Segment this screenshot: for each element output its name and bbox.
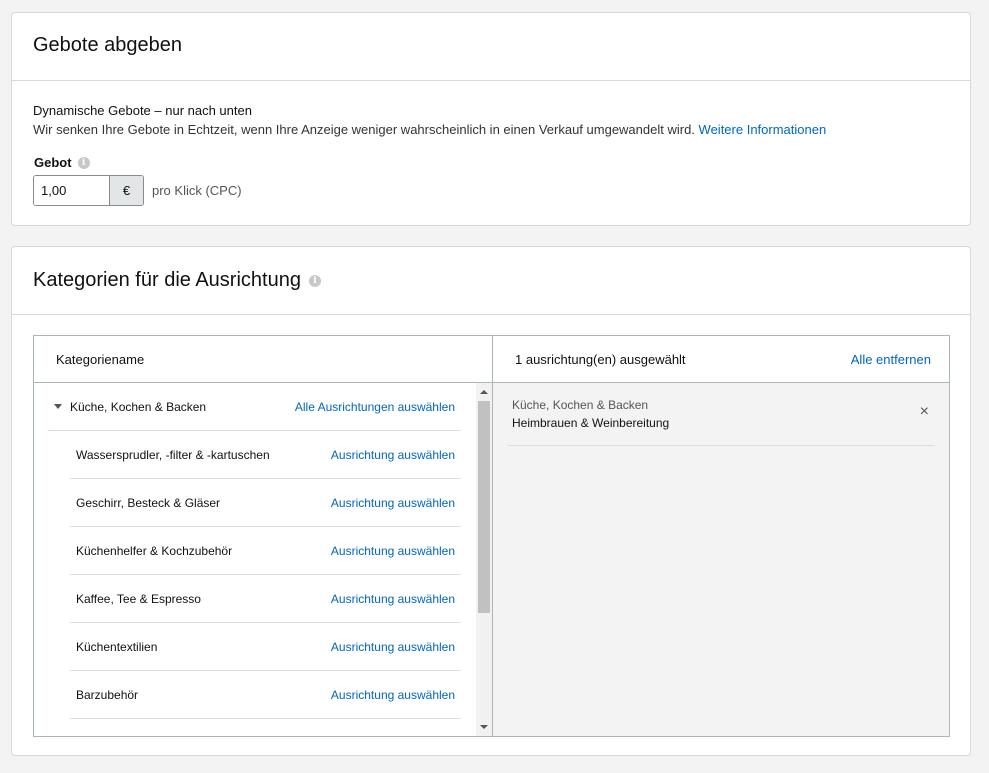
category-list[interactable]: Küche, Kochen & Backen Alle Ausrichtunge… xyxy=(48,383,461,736)
category-row-parent[interactable]: Küche, Kochen & Backen Alle Ausrichtunge… xyxy=(48,383,461,431)
more-info-link[interactable]: Weitere Informationen xyxy=(699,122,827,137)
bids-card: Gebote abgeben Dynamische Gebote – nur n… xyxy=(11,12,971,226)
selected-target-name: Heimbrauen & Weinbereitung xyxy=(512,416,670,430)
category-name: Küchenhelfer & Kochzubehör xyxy=(76,543,233,558)
dynamic-bids-description: Wir senken Ihre Gebote in Echtzeit, wenn… xyxy=(33,122,826,137)
bid-input-group: € xyxy=(33,175,144,206)
currency-addon: € xyxy=(109,176,143,205)
category-list-panel: Kategoriename Küche, Kochen & Backen All… xyxy=(34,336,493,736)
category-name: Kaffee, Tee & Espresso xyxy=(76,591,201,606)
category-name: Küchentextilien xyxy=(76,639,158,654)
categories-card-header: Kategorien für die Ausrichtung i xyxy=(12,247,970,315)
category-row[interactable]: Küchentextilien Ausrichtung auswählen xyxy=(70,623,461,671)
category-parent-name: Küche, Kochen & Backen xyxy=(54,400,206,414)
selected-targets-header: 1 ausrichtung(en) ausgewählt Alle entfer… xyxy=(493,336,949,383)
select-all-targets-link[interactable]: Alle Ausrichtungen auswählen xyxy=(295,400,455,414)
info-icon[interactable]: i xyxy=(308,274,321,287)
category-list-header: Kategoriename xyxy=(34,336,492,383)
category-row[interactable]: Kaffee, Tee & Espresso Ausrichtung auswä… xyxy=(70,575,461,623)
select-target-link[interactable]: Ausrichtung auswählen xyxy=(331,592,455,606)
select-target-link[interactable]: Ausrichtung auswählen xyxy=(331,640,455,654)
category-name: Geschirr, Besteck & Gläser xyxy=(76,495,221,510)
bid-label-text: Gebot xyxy=(34,155,72,170)
categories-title: Kategorien für die Ausrichtung i xyxy=(33,269,321,292)
category-parent-label: Küche, Kochen & Backen xyxy=(70,399,207,414)
bid-label: Gebot i xyxy=(34,155,90,170)
selected-target-parent: Küche, Kochen & Backen xyxy=(512,398,649,412)
close-icon[interactable]: × xyxy=(920,404,929,420)
select-target-link[interactable]: Ausrichtung auswählen xyxy=(331,688,455,702)
categories-card: Kategorien für die Ausrichtung i Kategor… xyxy=(11,246,971,756)
bids-title: Gebote abgeben xyxy=(33,34,183,56)
selected-target-item: Küche, Kochen & Backen Heimbrauen & Wein… xyxy=(507,394,935,446)
info-icon[interactable]: i xyxy=(77,156,90,169)
caret-down-icon[interactable] xyxy=(54,404,62,409)
bid-input[interactable] xyxy=(34,176,109,205)
remove-all-link[interactable]: Alle entfernen xyxy=(851,352,931,367)
category-row[interactable]: Geschirr, Besteck & Gläser Ausrichtung a… xyxy=(70,479,461,527)
bids-card-header: Gebote abgeben xyxy=(12,13,970,81)
categories-title-text: Kategorien für die Ausrichtung xyxy=(33,269,301,291)
column-header-category-name: Kategoriename xyxy=(56,351,145,367)
category-list-scrollbar[interactable] xyxy=(476,383,492,736)
selected-count: 1 ausrichtung(en) ausgewählt xyxy=(515,351,686,367)
targeting-panel: Kategoriename Küche, Kochen & Backen All… xyxy=(33,335,950,737)
category-row[interactable]: Wassersprudler, -filter & -kartuschen Au… xyxy=(70,431,461,479)
category-name: Barzubehör xyxy=(76,687,139,702)
category-row[interactable]: Barzubehör Ausrichtung auswählen xyxy=(70,671,461,719)
select-target-link[interactable]: Ausrichtung auswählen xyxy=(331,448,455,462)
select-target-link[interactable]: Ausrichtung auswählen xyxy=(331,496,455,510)
select-target-link[interactable]: Ausrichtung auswählen xyxy=(331,544,455,558)
dynamic-bids-title: Dynamische Gebote – nur nach unten xyxy=(33,103,252,118)
selected-targets-panel: 1 ausrichtung(en) ausgewählt Alle entfer… xyxy=(493,336,949,736)
scrollbar-thumb[interactable] xyxy=(478,401,490,613)
scroll-up-arrow-icon[interactable] xyxy=(476,385,492,399)
per-click-label: pro Klick (CPC) xyxy=(152,183,242,198)
category-name: Wassersprudler, -filter & -kartuschen xyxy=(76,447,270,462)
dynamic-bids-text: Wir senken Ihre Gebote in Echtzeit, wenn… xyxy=(33,122,695,137)
scroll-down-arrow-icon[interactable] xyxy=(476,720,492,734)
category-row[interactable]: Küchenhelfer & Kochzubehör Ausrichtung a… xyxy=(70,527,461,575)
